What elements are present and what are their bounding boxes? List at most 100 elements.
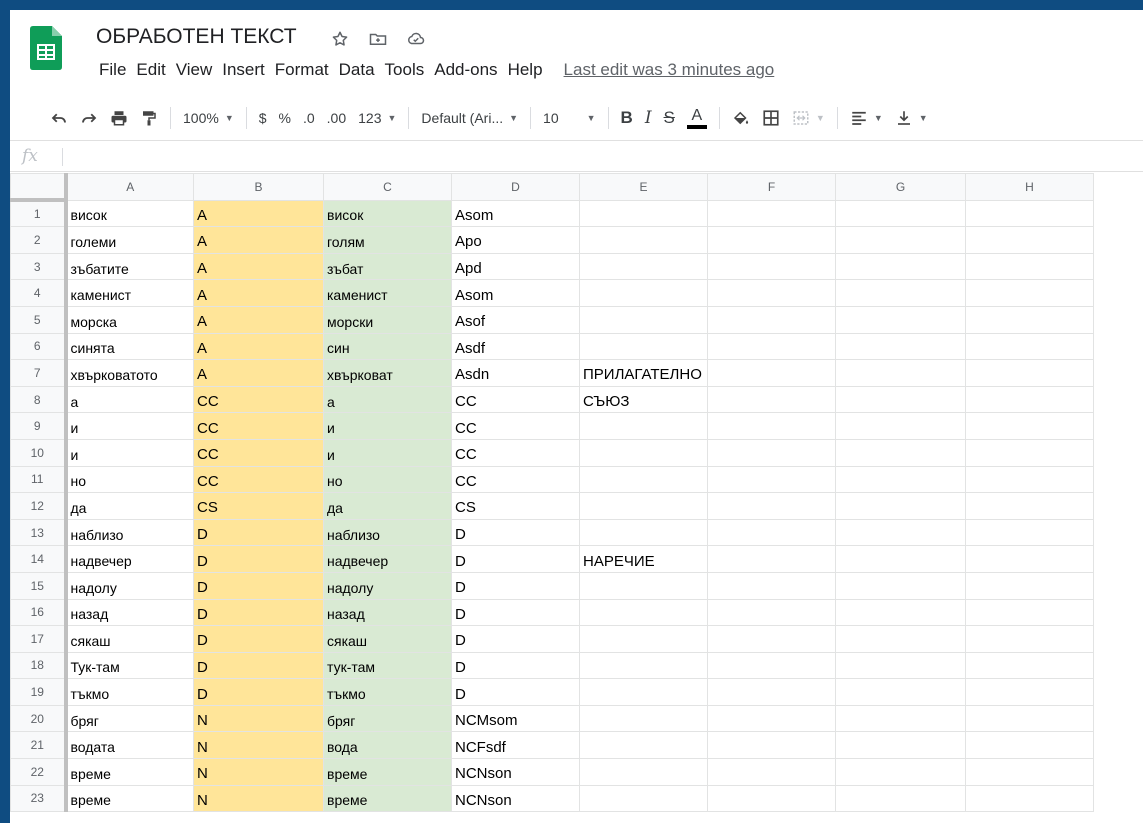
cell-c18[interactable]: тук-там	[323, 651, 452, 680]
cell-h21[interactable]	[965, 731, 1094, 760]
cell-b9[interactable]: CC	[193, 412, 324, 440]
bold-button[interactable]: B	[615, 104, 639, 132]
cell-c10[interactable]: и	[323, 438, 452, 467]
cloud-saved-icon[interactable]	[404, 27, 428, 51]
menu-data[interactable]: Data	[334, 60, 380, 80]
cell-d4[interactable]: Asom	[451, 279, 580, 307]
cell-d11[interactable]: CC	[451, 465, 580, 494]
cell-f8[interactable]	[707, 385, 836, 414]
cell-c1[interactable]: висок	[323, 199, 452, 228]
paint-format-icon[interactable]	[134, 104, 164, 132]
cell-e7[interactable]: ПРИЛАГАТЕЛНО	[579, 359, 708, 387]
cell-d14[interactable]: D	[451, 545, 580, 573]
cell-f13[interactable]	[707, 518, 836, 547]
cell-f23[interactable]	[707, 784, 836, 813]
cell-d22[interactable]: NCNson	[451, 758, 580, 786]
cell-a13[interactable]: наблизо	[65, 518, 194, 547]
cell-b11[interactable]: CC	[193, 465, 324, 494]
cell-g23[interactable]	[835, 784, 966, 813]
cell-c23[interactable]: време	[323, 784, 452, 813]
cell-e9[interactable]	[579, 412, 708, 440]
cell-d13[interactable]: D	[451, 518, 580, 547]
cell-h3[interactable]	[965, 252, 1094, 281]
cell-f3[interactable]	[707, 252, 836, 281]
row-header[interactable]: 8	[10, 385, 68, 414]
more-formats-select[interactable]: 123 ▼	[352, 104, 402, 132]
cell-e11[interactable]	[579, 465, 708, 494]
italic-button[interactable]: I	[639, 104, 658, 132]
column-header[interactable]: F	[707, 173, 836, 201]
cell-b17[interactable]: D	[193, 625, 324, 653]
cell-e22[interactable]	[579, 758, 708, 786]
column-header[interactable]: B	[193, 173, 324, 201]
cell-f18[interactable]	[707, 651, 836, 680]
cell-f12[interactable]	[707, 492, 836, 520]
row-header[interactable]: 4	[10, 279, 68, 307]
menu-tools[interactable]: Tools	[380, 60, 430, 80]
menu-insert[interactable]: Insert	[217, 60, 270, 80]
cell-a21[interactable]: водата	[65, 731, 194, 760]
cell-f4[interactable]	[707, 279, 836, 307]
cell-a18[interactable]: Тук-там	[65, 651, 194, 680]
cell-h9[interactable]	[965, 412, 1094, 440]
cell-g6[interactable]	[835, 332, 966, 361]
cell-b12[interactable]: CS	[193, 492, 324, 520]
cell-b22[interactable]: N	[193, 758, 324, 786]
cell-d12[interactable]: CS	[451, 492, 580, 520]
cell-d15[interactable]: D	[451, 571, 580, 600]
cell-b2[interactable]: A	[193, 226, 324, 254]
cell-e8[interactable]: СЪЮЗ	[579, 385, 708, 414]
cell-a4[interactable]: каменист	[65, 279, 194, 307]
cell-f14[interactable]	[707, 545, 836, 573]
cell-b4[interactable]: A	[193, 279, 324, 307]
cell-g9[interactable]	[835, 412, 966, 440]
cell-b15[interactable]: D	[193, 571, 324, 600]
document-title[interactable]: ОБРАБОТЕН ТЕКСТ	[96, 25, 297, 49]
row-header[interactable]: 9	[10, 412, 68, 440]
cell-a9[interactable]: и	[65, 412, 194, 440]
row-header[interactable]: 18	[10, 651, 68, 680]
sheets-logo-icon[interactable]	[30, 26, 62, 70]
row-header[interactable]: 11	[10, 465, 68, 494]
cell-e19[interactable]	[579, 678, 708, 706]
cell-h19[interactable]	[965, 678, 1094, 706]
cell-g14[interactable]	[835, 545, 966, 573]
cell-e5[interactable]	[579, 305, 708, 334]
cell-h6[interactable]	[965, 332, 1094, 361]
row-header[interactable]: 7	[10, 359, 68, 387]
cell-a6[interactable]: синята	[65, 332, 194, 361]
borders-icon[interactable]	[756, 104, 786, 132]
cell-b5[interactable]: A	[193, 305, 324, 334]
row-header[interactable]: 12	[10, 492, 68, 520]
cell-e20[interactable]	[579, 704, 708, 733]
cell-g11[interactable]	[835, 465, 966, 494]
menu-format[interactable]: Format	[270, 60, 334, 80]
cell-c8[interactable]: а	[323, 385, 452, 414]
cell-f9[interactable]	[707, 412, 836, 440]
cell-c9[interactable]: и	[323, 412, 452, 440]
cell-d3[interactable]: Apd	[451, 252, 580, 281]
cell-c12[interactable]: да	[323, 492, 452, 520]
cell-e15[interactable]	[579, 571, 708, 600]
cell-e18[interactable]	[579, 651, 708, 680]
font-family-select[interactable]: Default (Ari... ▼	[415, 104, 524, 132]
cell-d8[interactable]: CC	[451, 385, 580, 414]
cell-c3[interactable]: зъбат	[323, 252, 452, 281]
cell-g1[interactable]	[835, 199, 966, 228]
cell-h8[interactable]	[965, 385, 1094, 414]
cell-g20[interactable]	[835, 704, 966, 733]
cell-d5[interactable]: Asof	[451, 305, 580, 334]
cell-h16[interactable]	[965, 598, 1094, 627]
cell-f20[interactable]	[707, 704, 836, 733]
cell-d18[interactable]: D	[451, 651, 580, 680]
cell-e6[interactable]	[579, 332, 708, 361]
row-header[interactable]: 23	[10, 784, 68, 813]
row-header[interactable]: 14	[10, 545, 68, 573]
row-header[interactable]: 17	[10, 625, 68, 653]
cell-c21[interactable]: вода	[323, 731, 452, 760]
cell-d21[interactable]: NCFsdf	[451, 731, 580, 760]
format-currency-button[interactable]: $	[253, 104, 273, 132]
print-icon[interactable]	[104, 104, 134, 132]
zoom-select[interactable]: 100% ▼	[177, 104, 240, 132]
cell-c17[interactable]: сякаш	[323, 625, 452, 653]
